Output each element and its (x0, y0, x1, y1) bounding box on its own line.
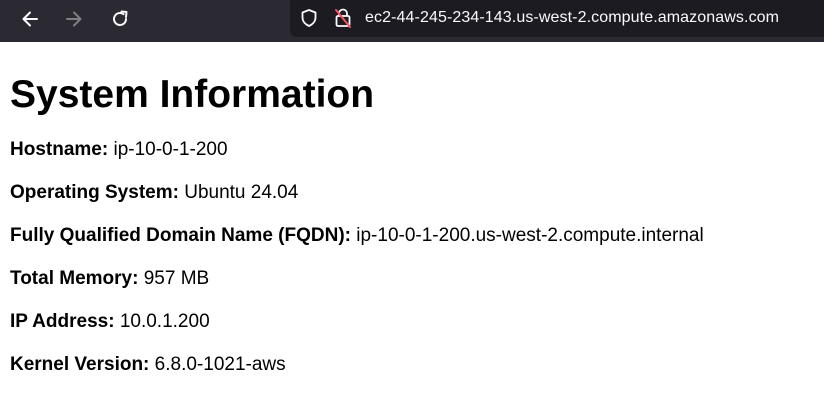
info-label: Hostname: (10, 139, 109, 160)
url-text[interactable]: ec2-44-245-234-143.us-west-2.compute.ama… (365, 9, 779, 27)
info-value: 10.0.1.200 (119, 311, 210, 332)
info-value: ip-10-0-1-200 (113, 139, 228, 160)
info-total-memory: Total Memory: 957 MB (10, 268, 814, 290)
info-kernel-version: Kernel Version: 6.8.0-1021-aws (10, 354, 814, 376)
browser-toolbar: ec2-44-245-234-143.us-west-2.compute.ama… (0, 0, 824, 42)
info-operating-system: Operating System: Ubuntu 24.04 (10, 182, 814, 204)
insecure-lock-icon[interactable] (332, 6, 354, 30)
arrow-right-icon (66, 11, 82, 27)
page-title: System Information (10, 73, 375, 116)
info-hostname: Hostname: ip-10-0-1-200 (10, 139, 814, 161)
info-value: 957 MB (143, 268, 210, 289)
info-label: Total Memory: (10, 268, 139, 289)
back-button[interactable] (15, 5, 45, 33)
info-label: IP Address: (10, 311, 115, 332)
info-ip-address: IP Address: 10.0.1.200 (10, 311, 814, 333)
info-label: Operating System: (10, 182, 179, 203)
info-value: ip-10-0-1-200.us-west-2.compute.internal (356, 225, 704, 246)
info-value: Ubuntu 24.04 (184, 182, 299, 203)
arrow-left-icon (22, 11, 38, 27)
info-value: 6.8.0-1021-aws (154, 354, 286, 375)
page-content: System Information Hostname: ip-10-0-1-2… (0, 71, 824, 376)
forward-button[interactable] (59, 5, 89, 33)
reload-button[interactable] (105, 5, 135, 33)
tracking-protection-shield-icon[interactable] (298, 7, 320, 29)
reload-icon (113, 10, 128, 26)
info-label: Fully Qualified Domain Name (FQDN): (10, 225, 351, 246)
info-label: Kernel Version: (10, 354, 150, 375)
address-bar[interactable]: ec2-44-245-234-143.us-west-2.compute.ama… (290, 0, 824, 37)
info-fqdn: Fully Qualified Domain Name (FQDN): ip-1… (10, 225, 814, 247)
